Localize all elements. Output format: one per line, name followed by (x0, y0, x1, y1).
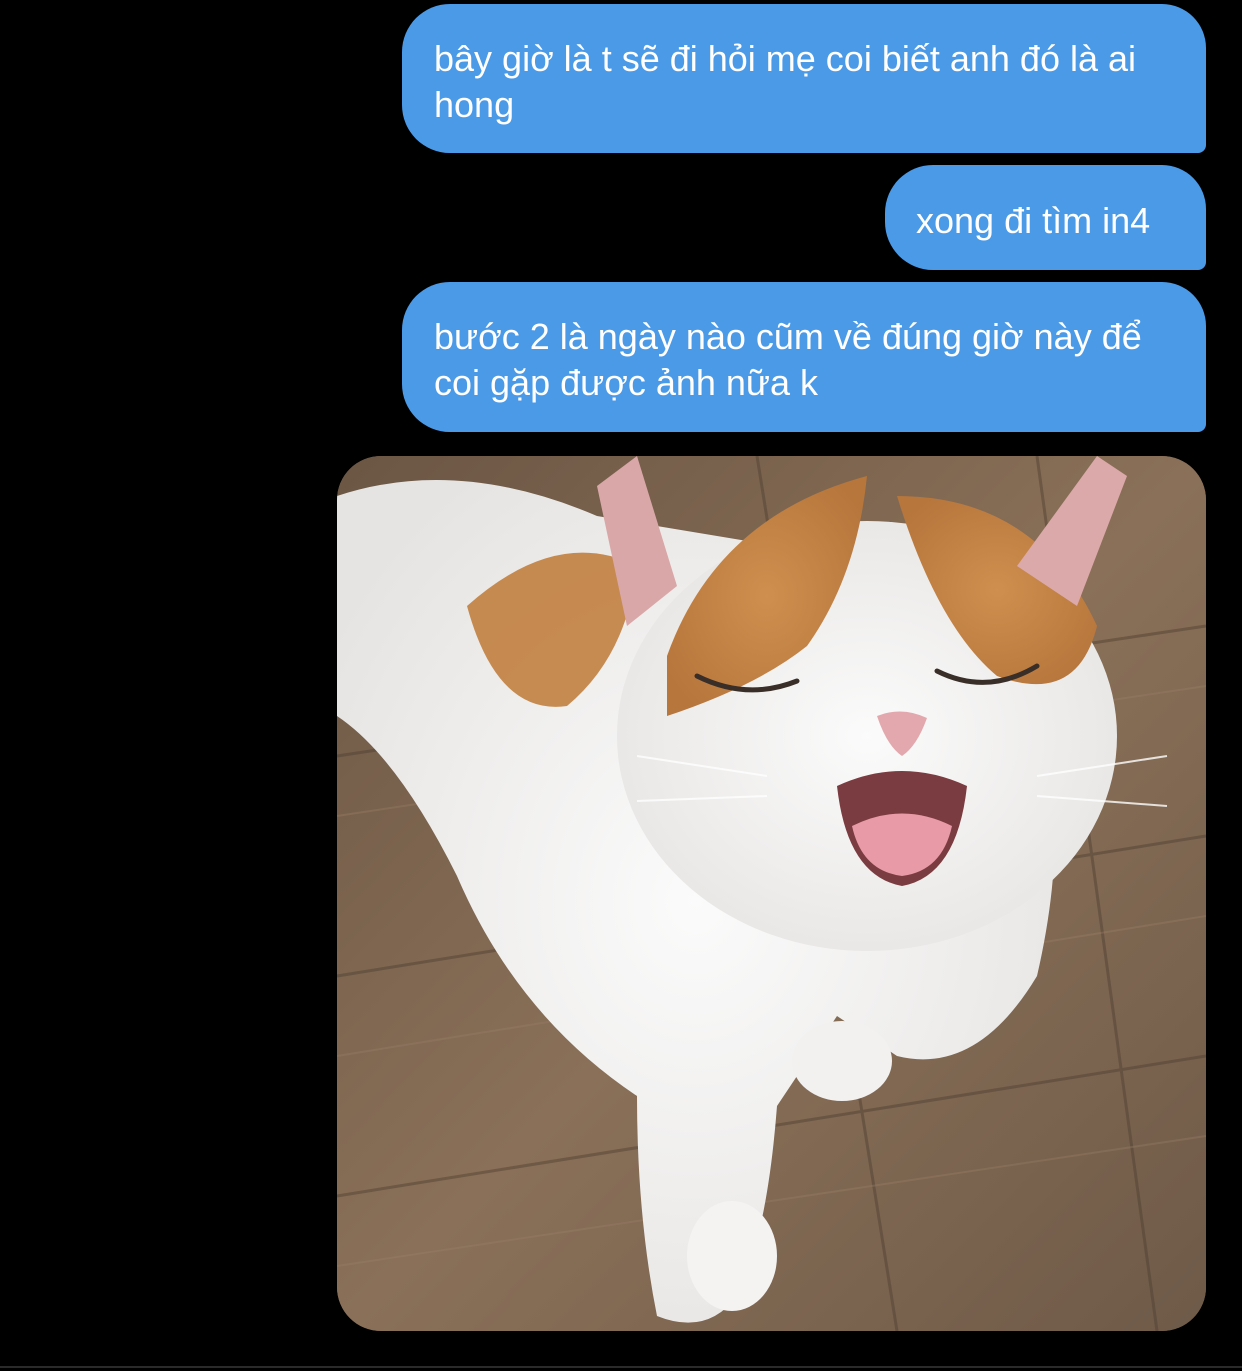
chat-thread: bây giờ là t sẽ đi hỏi mẹ coi biết anh đ… (0, 0, 1242, 1371)
message-text: xong đi tìm in4 (916, 200, 1151, 241)
message-text: bước 2 là ngày nào cũm về đúng giờ này đ… (434, 316, 1142, 403)
message-bubble-outgoing[interactable]: bước 2 là ngày nào cũm về đúng giờ này đ… (402, 282, 1206, 432)
message-bubble-outgoing[interactable]: bây giờ là t sẽ đi hỏi mẹ coi biết anh đ… (402, 4, 1206, 153)
divider (0, 1366, 1242, 1368)
message-bubble-outgoing[interactable]: xong đi tìm in4 (885, 165, 1206, 270)
message-text: bây giờ là t sẽ đi hỏi mẹ coi biết anh đ… (434, 38, 1137, 125)
smiling-cat-photo (337, 456, 1206, 1331)
photo-attachment[interactable] (337, 456, 1206, 1331)
